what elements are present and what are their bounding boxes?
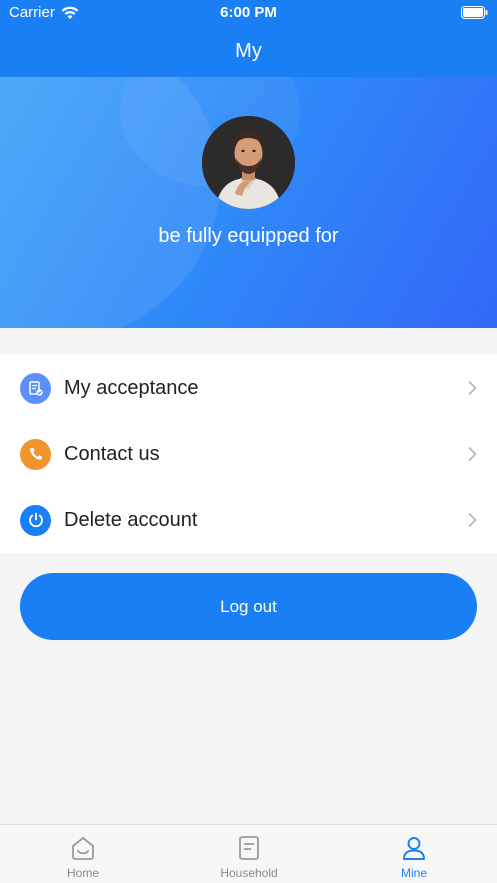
status-bar: Carrier 6:00 PM [0, 0, 497, 26]
profile-name: be fully equipped for [158, 225, 339, 247]
tab-label: Home [66, 866, 99, 880]
chevron-right-icon [468, 380, 477, 396]
phone-icon [20, 438, 51, 470]
tab-label: Mine [400, 866, 427, 880]
tab-mine[interactable]: Mine [331, 825, 497, 883]
menu-item-label: Contact us [64, 442, 160, 465]
menu-list: My acceptance Contact us Delete account [0, 355, 497, 553]
battery-icon [461, 6, 488, 19]
tab-label: Household [220, 866, 278, 880]
tab-home[interactable]: Home [0, 825, 166, 883]
page-title: My [235, 40, 262, 62]
chevron-right-icon [468, 446, 477, 462]
menu-item-label: My acceptance [64, 376, 199, 399]
power-icon [20, 504, 51, 536]
chevron-right-icon [468, 512, 477, 528]
status-time: 6:00 PM [220, 4, 277, 21]
menu-item-my-acceptance[interactable]: My acceptance [0, 355, 497, 421]
menu-item-label: Delete account [64, 508, 198, 531]
document-icon [239, 836, 259, 860]
tab-bar: Home Household Mine [0, 824, 497, 883]
nav-bar: My [0, 26, 497, 77]
document-check-icon [20, 372, 51, 404]
menu-item-delete-account[interactable]: Delete account [0, 487, 497, 553]
logout-button[interactable]: Log out [20, 573, 477, 640]
profile-header: be fully equipped for [0, 77, 497, 328]
home-icon [72, 837, 94, 860]
tab-household[interactable]: Household [166, 825, 332, 883]
menu-item-contact-us[interactable]: Contact us [0, 421, 497, 487]
person-icon [403, 837, 425, 860]
avatar[interactable] [202, 116, 295, 209]
avatar-photo [202, 116, 295, 209]
